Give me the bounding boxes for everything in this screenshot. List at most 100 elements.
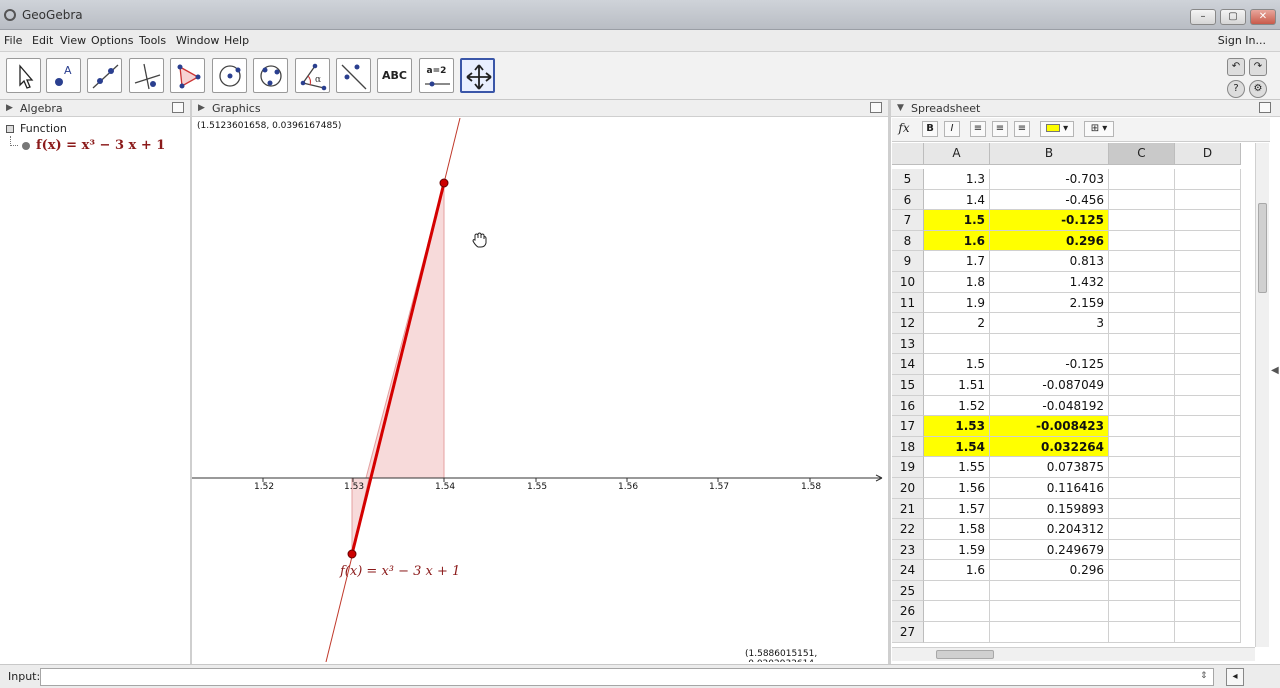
cell-b[interactable]: 2.159 — [990, 292, 1109, 314]
row-header[interactable]: 10 — [892, 271, 924, 293]
cell-b[interactable]: 0.296 — [990, 230, 1109, 252]
angle-tool-button[interactable]: α — [295, 58, 330, 93]
column-header-b[interactable]: B — [990, 143, 1109, 165]
row-header[interactable]: 15 — [892, 374, 924, 396]
cell-d[interactable] — [1175, 498, 1241, 520]
conic-tool-button[interactable] — [253, 58, 288, 93]
cell-d[interactable] — [1175, 539, 1241, 561]
cell-a[interactable]: 1.9 — [924, 292, 990, 314]
line-tool-button[interactable] — [87, 58, 122, 93]
input-field[interactable] — [40, 668, 1214, 686]
menu-view[interactable]: View — [60, 34, 86, 47]
close-button[interactable]: ✕ — [1250, 9, 1276, 25]
cell-a[interactable]: 1.54 — [924, 436, 990, 458]
maximize-button[interactable]: ▢ — [1220, 9, 1246, 25]
input-help-icon[interactable]: ◂ — [1226, 668, 1244, 686]
graphics-spreadsheet-splitter[interactable] — [888, 100, 891, 664]
row-header[interactable]: 12 — [892, 313, 924, 334]
row-header[interactable]: 26 — [892, 601, 924, 623]
cell-c[interactable] — [1109, 169, 1175, 190]
row-header[interactable]: 18 — [892, 436, 924, 458]
algebra-folder-function[interactable]: Function — [6, 122, 67, 135]
cell-b[interactable]: 0.159893 — [990, 498, 1109, 520]
cell-d[interactable] — [1175, 601, 1241, 623]
align-center-icon[interactable]: ≡ — [992, 121, 1008, 137]
row-header[interactable]: 8 — [892, 230, 924, 252]
cell-d[interactable] — [1175, 477, 1241, 499]
menu-file[interactable]: File — [4, 34, 22, 47]
row-header[interactable]: 14 — [892, 354, 924, 375]
border-style-button[interactable]: ⊞ ▾ — [1084, 121, 1114, 137]
perpendicular-line-tool-button[interactable] — [129, 58, 164, 93]
align-left-icon[interactable]: ≡ — [970, 121, 986, 137]
minimize-button[interactable]: – — [1190, 9, 1216, 25]
undo-icon[interactable]: ↶ — [1227, 58, 1245, 76]
cell-b[interactable]: 0.296 — [990, 560, 1109, 581]
cell-d[interactable] — [1175, 374, 1241, 396]
cell-a[interactable]: 1.8 — [924, 271, 990, 293]
corner-cell[interactable] — [892, 143, 924, 165]
cell-d[interactable] — [1175, 580, 1241, 602]
cell-c[interactable] — [1109, 622, 1175, 643]
cell-d[interactable] — [1175, 436, 1241, 458]
cell-a[interactable]: 1.56 — [924, 477, 990, 499]
cell-d[interactable] — [1175, 251, 1241, 272]
cell-c[interactable] — [1109, 230, 1175, 252]
cell-a[interactable]: 1.57 — [924, 498, 990, 520]
cell-a[interactable]: 1.53 — [924, 416, 990, 437]
redo-icon[interactable]: ↷ — [1249, 58, 1267, 76]
graphics-panel-header[interactable]: ▶ Graphics — [192, 100, 888, 117]
input-history-arrows-icon[interactable]: ⇕ — [1200, 671, 1208, 681]
cell-d[interactable] — [1175, 271, 1241, 293]
visibility-toggle-icon[interactable] — [22, 141, 30, 150]
row-header[interactable]: 21 — [892, 498, 924, 520]
row-header[interactable]: 27 — [892, 622, 924, 643]
spreadsheet-horizontal-scrollbar[interactable] — [892, 647, 1255, 661]
cell-c[interactable] — [1109, 251, 1175, 272]
row-header[interactable]: 5 — [892, 169, 924, 190]
cell-a[interactable]: 1.5 — [924, 354, 990, 375]
align-right-icon[interactable]: ≡ — [1014, 121, 1030, 137]
cell-d[interactable] — [1175, 333, 1241, 355]
cell-b[interactable]: 0.813 — [990, 251, 1109, 272]
row-header[interactable]: 7 — [892, 210, 924, 231]
row-header[interactable]: 20 — [892, 477, 924, 499]
menu-options[interactable]: Options — [91, 34, 133, 47]
row-header[interactable]: 9 — [892, 251, 924, 272]
row-header[interactable]: 13 — [892, 333, 924, 355]
cell-d[interactable] — [1175, 416, 1241, 437]
menu-edit[interactable]: Edit — [32, 34, 53, 47]
cell-c[interactable] — [1109, 313, 1175, 334]
cell-d[interactable] — [1175, 313, 1241, 334]
row-header[interactable]: 22 — [892, 519, 924, 540]
cell-c[interactable] — [1109, 457, 1175, 478]
cell-a[interactable]: 1.6 — [924, 560, 990, 581]
function-label[interactable]: f(x) = x³ − 3 x + 1 — [340, 564, 460, 579]
cell-d[interactable] — [1175, 230, 1241, 252]
cell-d[interactable] — [1175, 519, 1241, 540]
cell-c[interactable] — [1109, 271, 1175, 293]
settings-gear-icon[interactable]: ⚙ — [1249, 80, 1267, 98]
row-header[interactable]: 24 — [892, 560, 924, 581]
cell-a[interactable]: 1.58 — [924, 519, 990, 540]
cell-b[interactable]: -0.125 — [990, 210, 1109, 231]
cell-c[interactable] — [1109, 416, 1175, 437]
panel-collapse-arrow-icon[interactable]: ◀ — [1271, 365, 1279, 376]
bold-button[interactable]: B — [922, 121, 938, 137]
cell-c[interactable] — [1109, 601, 1175, 623]
slider-tool-button[interactable]: a=2 — [419, 58, 454, 93]
cell-a[interactable]: 1.7 — [924, 251, 990, 272]
scroll-thumb[interactable] — [1258, 203, 1267, 293]
cell-d[interactable] — [1175, 354, 1241, 375]
point-lower[interactable] — [347, 549, 357, 559]
cell-b[interactable]: -0.087049 — [990, 374, 1109, 396]
point-tool-button[interactable]: A — [46, 58, 81, 93]
cell-c[interactable] — [1109, 333, 1175, 355]
sign-in-link[interactable]: Sign In... — [1218, 34, 1266, 47]
menu-help[interactable]: Help — [224, 34, 249, 47]
dock-panel-icon[interactable] — [870, 102, 882, 113]
cell-b[interactable]: -0.125 — [990, 354, 1109, 375]
cell-b[interactable]: 1.432 — [990, 271, 1109, 293]
cell-b[interactable]: -0.456 — [990, 189, 1109, 211]
cell-b[interactable]: 0.073875 — [990, 457, 1109, 478]
